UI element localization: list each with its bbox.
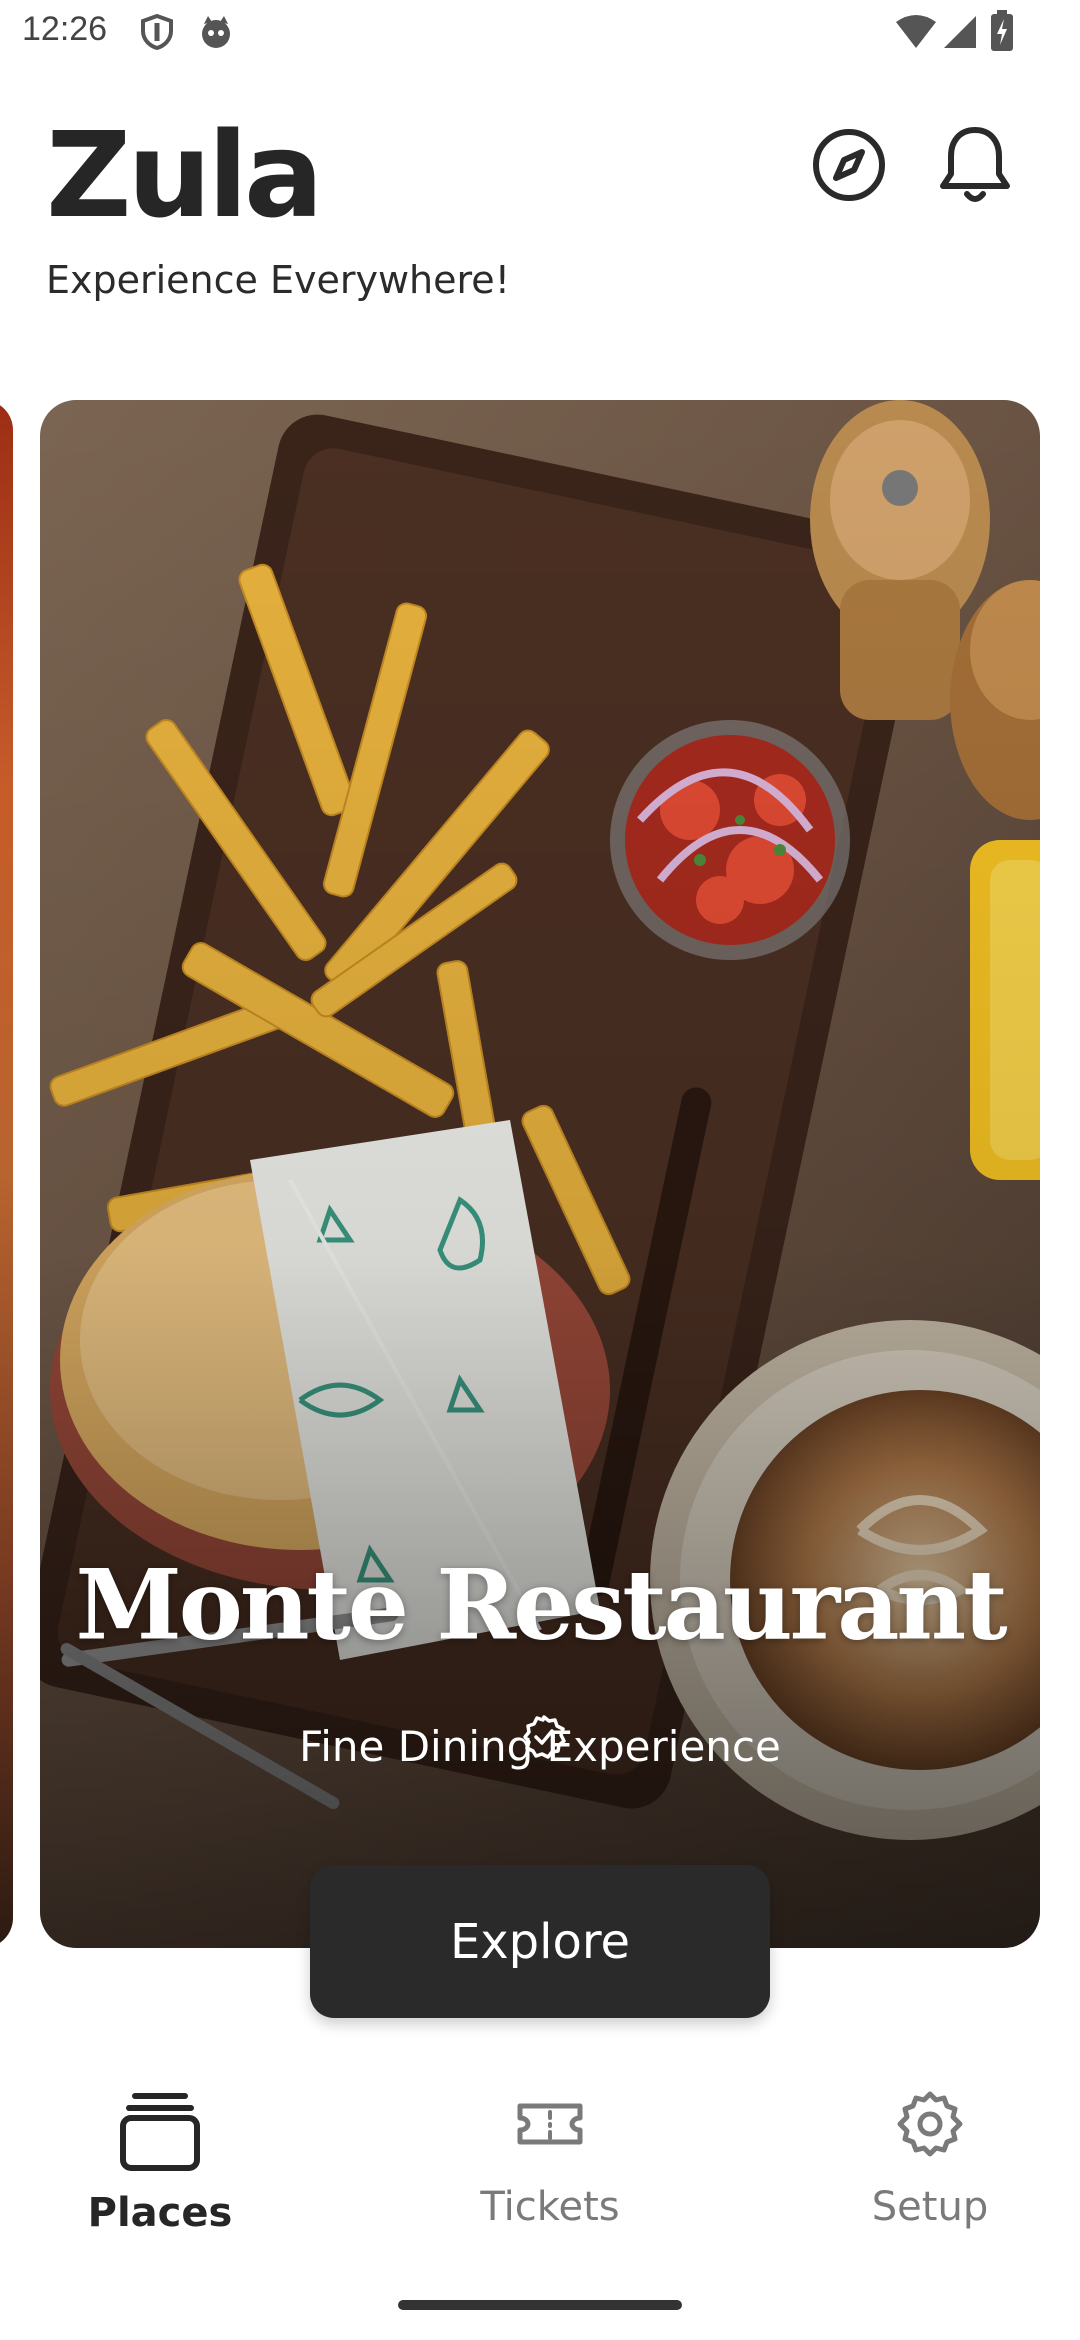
nav-item-places[interactable]: Places bbox=[10, 2060, 310, 2260]
previous-place-card[interactable] bbox=[0, 400, 13, 1948]
shield-icon bbox=[140, 13, 174, 54]
tagline: Experience Everywhere! bbox=[46, 258, 510, 302]
gear-icon bbox=[780, 2088, 1080, 2160]
nav-label-tickets: Tickets bbox=[480, 2184, 620, 2230]
bottom-navigation: Places Tickets Setup bbox=[0, 2060, 1080, 2280]
notifications-button[interactable] bbox=[930, 122, 1020, 212]
app-screen: 12:26 Zula Experience Everywhere! Monte … bbox=[0, 0, 1080, 2340]
compass-icon bbox=[810, 126, 888, 208]
cat-face-icon bbox=[198, 14, 234, 54]
nav-item-setup[interactable]: Setup bbox=[780, 2060, 1080, 2260]
signal-icon bbox=[942, 14, 978, 54]
battery-charging-icon bbox=[990, 10, 1014, 56]
ticket-icon bbox=[400, 2088, 700, 2160]
explore-button[interactable]: Explore bbox=[310, 1865, 770, 2018]
places-carousel[interactable]: Monte Restaurant Fine Dining Experience … bbox=[0, 400, 1080, 2020]
cards-stack-icon bbox=[10, 2088, 310, 2174]
nav-label-places: Places bbox=[87, 2190, 233, 2236]
wifi-icon bbox=[894, 14, 938, 54]
nav-item-tickets[interactable]: Tickets bbox=[400, 2060, 700, 2260]
nav-label-setup: Setup bbox=[871, 2184, 989, 2230]
status-bar: 12:26 bbox=[0, 0, 1080, 66]
home-indicator[interactable] bbox=[398, 2300, 682, 2310]
explore-map-button[interactable] bbox=[804, 122, 894, 212]
status-time: 12:26 bbox=[22, 10, 108, 48]
featured-place-card[interactable]: Monte Restaurant Fine Dining Experience bbox=[40, 400, 1040, 1948]
place-subtitle: Fine Dining Experience bbox=[299, 1722, 781, 1771]
bell-icon bbox=[937, 124, 1013, 210]
place-title-text: Monte Restaurant bbox=[75, 1548, 1007, 1662]
brand-logo: Zula bbox=[46, 106, 324, 244]
